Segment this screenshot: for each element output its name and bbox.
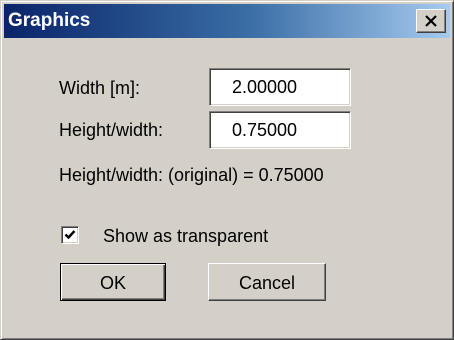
graphics-dialog: Graphics Width [m]: 2.00000 Height/width… bbox=[0, 0, 454, 340]
width-input-value: 2.00000 bbox=[232, 77, 298, 97]
original-ratio-text: Height/width: (original) = 0.75000 bbox=[59, 165, 324, 185]
transparent-checkbox-label[interactable]: Show as transparent bbox=[103, 225, 268, 247]
cancel-button-label: Cancel bbox=[238, 273, 296, 293]
height-width-input-value: 0.75000 bbox=[232, 120, 298, 140]
height-width-input[interactable]: 0.75000 bbox=[209, 111, 351, 149]
ok-button[interactable]: OK bbox=[60, 263, 166, 301]
title-bar[interactable]: Graphics bbox=[4, 4, 450, 38]
width-input[interactable]: 2.00000 bbox=[209, 68, 351, 106]
window-title: Graphics bbox=[8, 10, 91, 31]
close-button[interactable] bbox=[416, 9, 446, 33]
ok-button-label: OK bbox=[99, 273, 126, 293]
transparent-checkbox[interactable] bbox=[61, 226, 79, 244]
checkmark-icon bbox=[64, 230, 76, 240]
cancel-button[interactable]: Cancel bbox=[208, 263, 326, 301]
height-width-label: Height/width: bbox=[59, 120, 164, 140]
width-label: Width [m]: bbox=[59, 78, 141, 98]
close-icon bbox=[425, 15, 437, 27]
